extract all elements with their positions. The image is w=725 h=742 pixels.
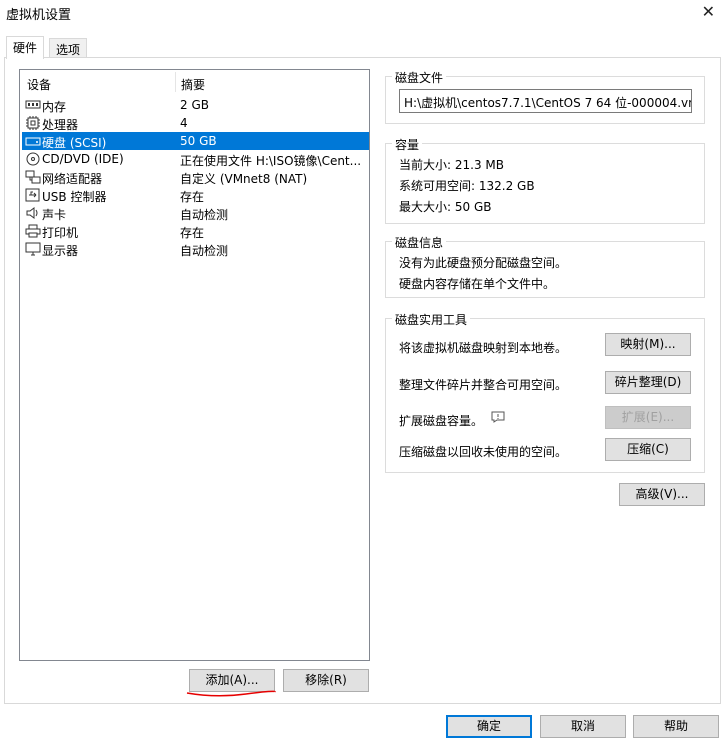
available-space-label: 系统可用空间: 132.2 GB <box>399 179 535 193</box>
device-name: 显示器 <box>42 244 79 258</box>
device-row-processor[interactable]: 处理器 4 <box>22 114 369 132</box>
device-name: 打印机 <box>42 226 79 240</box>
remove-button[interactable]: 移除(R) <box>283 669 369 692</box>
device-row-display[interactable]: 显示器 自动检测 <box>22 240 369 258</box>
defrag-button[interactable]: 碎片整理(D) <box>605 371 691 394</box>
column-header-device[interactable]: 设备 <box>27 76 51 92</box>
cd-dvd-icon <box>25 152 41 166</box>
expand-description: 扩展磁盘容量。 <box>399 414 484 428</box>
group-title: 磁盘信息 <box>392 234 447 251</box>
close-icon[interactable]: ✕ <box>702 2 715 21</box>
device-name: USB 控制器 <box>42 190 107 204</box>
group-title: 磁盘实用工具 <box>392 311 471 328</box>
device-summary: 2 GB <box>180 98 209 112</box>
group-title: 容量 <box>392 136 423 153</box>
ok-button[interactable]: 确定 <box>446 715 532 738</box>
current-size-label: 当前大小: 21.3 MB <box>399 158 504 172</box>
device-summary: 存在 <box>180 190 205 204</box>
compact-button[interactable]: 压缩(C) <box>605 438 691 461</box>
device-row-hard-disk[interactable]: 硬盘 (SCSI) 50 GB <box>22 132 369 150</box>
help-button[interactable]: 帮助 <box>633 715 719 738</box>
tab-options[interactable]: 选项 <box>49 38 88 57</box>
device-row-cd-dvd[interactable]: CD/DVD (IDE) 正在使用文件 H:\ISO镜像\Cent... <box>22 150 369 168</box>
max-size-label: 最大大小: 50 GB <box>399 200 492 214</box>
device-summary: 50 GB <box>180 134 217 148</box>
device-name: 内存 <box>42 100 67 114</box>
device-summary: 正在使用文件 H:\ISO镜像\Cent... <box>180 154 362 168</box>
disk-info-line-1: 没有为此硬盘预分配磁盘空间。 <box>399 256 568 270</box>
processor-icon <box>25 116 41 130</box>
device-row-printer[interactable]: 打印机 存在 <box>22 222 369 240</box>
sound-card-icon <box>25 206 41 220</box>
comment-icon[interactable] <box>491 411 505 423</box>
group-title: 磁盘文件 <box>392 69 447 86</box>
device-name: 网络适配器 <box>42 172 103 186</box>
usb-controller-icon <box>25 188 41 202</box>
device-list[interactable]: 设备 摘要 内存 2 GB 处理器 4 硬盘 (SCSI) 50 GB CD/D… <box>19 69 370 661</box>
map-description: 将该虚拟机磁盘映射到本地卷。 <box>399 341 568 355</box>
device-name: 处理器 <box>42 118 79 132</box>
device-name: 硬盘 (SCSI) <box>42 136 107 150</box>
device-summary: 存在 <box>180 226 205 240</box>
device-name: CD/DVD (IDE) <box>42 152 124 166</box>
disk-info-line-2: 硬盘内容存储在单个文件中。 <box>399 277 556 291</box>
tab-hardware[interactable]: 硬件 <box>6 36 45 59</box>
device-row-usb-controller[interactable]: USB 控制器 存在 <box>22 186 369 204</box>
window-title: 虚拟机设置 <box>6 8 72 23</box>
column-header-summary[interactable]: 摘要 <box>181 76 205 92</box>
expand-button[interactable]: 扩展(E)... <box>605 406 691 429</box>
hard-disk-icon <box>25 134 41 148</box>
device-summary: 自动检测 <box>180 208 229 222</box>
defrag-description: 整理文件碎片并整合可用空间。 <box>399 378 568 392</box>
device-summary: 4 <box>180 116 188 130</box>
printer-icon <box>25 224 41 238</box>
display-icon <box>25 242 41 256</box>
device-row-sound-card[interactable]: 声卡 自动检测 <box>22 204 369 222</box>
device-summary: 自定义 (VMnet8 (NAT) <box>180 172 308 186</box>
disk-file-path-field[interactable]: H:\虚拟机\centos7.7.1\CentOS 7 64 位-000004.… <box>399 89 692 113</box>
column-divider <box>175 72 176 92</box>
network-adapter-icon <box>25 170 41 184</box>
red-underline-annotation <box>186 690 276 697</box>
title-bar: 虚拟机设置 ✕ <box>0 0 725 26</box>
device-name: 声卡 <box>42 208 67 222</box>
device-row-network-adapter[interactable]: 网络适配器 自定义 (VMnet8 (NAT) <box>22 168 369 186</box>
cancel-button[interactable]: 取消 <box>540 715 626 738</box>
device-row-memory[interactable]: 内存 2 GB <box>22 96 369 114</box>
memory-icon <box>25 98 41 112</box>
advanced-button[interactable]: 高级(V)... <box>619 483 705 506</box>
map-button[interactable]: 映射(M)... <box>605 333 691 356</box>
device-summary: 自动检测 <box>180 244 229 258</box>
compact-description: 压缩磁盘以回收未使用的空间。 <box>399 445 568 459</box>
